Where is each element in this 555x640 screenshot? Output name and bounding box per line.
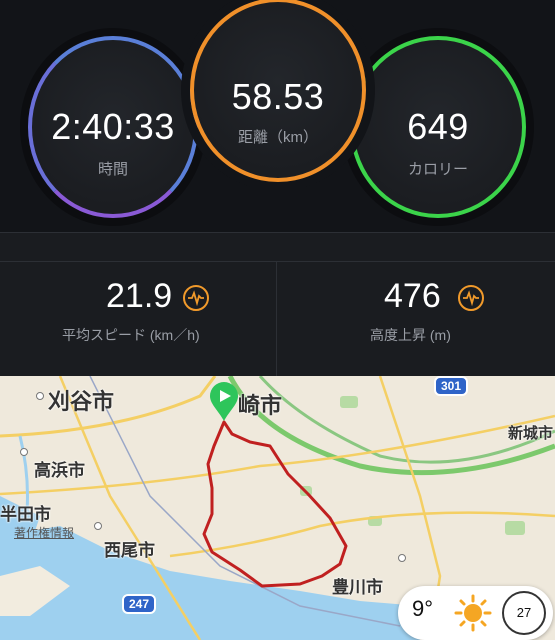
speed-chart-icon[interactable]	[183, 285, 209, 311]
city-marker	[20, 448, 28, 456]
time-value: 2:40:33	[51, 106, 175, 147]
speed-value: 21.9	[106, 277, 173, 315]
calories-ring: 649 カロリー	[350, 36, 526, 218]
calories-value: 649	[407, 106, 469, 147]
elevation-chart-icon[interactable]	[458, 285, 484, 311]
city-label-takahama: 高浜市	[34, 461, 85, 480]
route-shield-301: 301	[434, 376, 468, 396]
city-marker	[398, 554, 406, 562]
elevation-label: 高度上昇 (m)	[370, 327, 451, 343]
city-marker	[94, 522, 102, 530]
stats-panel: 21.9 平均スピード (km／h) 476 高度上昇 (m)	[0, 233, 555, 376]
distance-label: 距離（km）	[238, 129, 318, 146]
city-marker	[36, 392, 44, 400]
calories-label: カロリー	[407, 161, 468, 178]
city-label-okazaki: 崎市	[238, 393, 283, 418]
start-marker-icon[interactable]	[208, 382, 240, 422]
route-shield-247: 247	[122, 594, 156, 614]
weather-temperature: 9°	[412, 596, 434, 621]
divider	[0, 261, 555, 262]
distance-ring: 58.53 距離（km）	[190, 0, 366, 182]
sun-icon	[454, 594, 492, 632]
weather-widget[interactable]: 9° 27	[398, 586, 553, 640]
summary-rings: 2:40:33 時間 649 カロリー 58.53 距離（km）	[0, 0, 555, 232]
speed-label: 平均スピード (km／h)	[62, 327, 200, 343]
air-quality-index: 27	[502, 591, 546, 635]
city-label-nishio: 西尾市	[104, 541, 155, 560]
elevation-value: 476	[384, 277, 441, 315]
city-label-handa: 半田市	[0, 505, 51, 524]
time-ring: 2:40:33 時間	[28, 36, 198, 218]
city-label-shinshiro: 新城市	[508, 425, 554, 442]
city-label-toyokawa: 豊川市	[332, 578, 383, 597]
map-copyright-link[interactable]: 著作権情報	[14, 524, 74, 541]
city-label-kariya: 刈谷市	[48, 389, 115, 414]
time-label: 時間	[97, 161, 128, 178]
divider	[276, 261, 277, 376]
distance-value: 58.53	[231, 76, 325, 117]
